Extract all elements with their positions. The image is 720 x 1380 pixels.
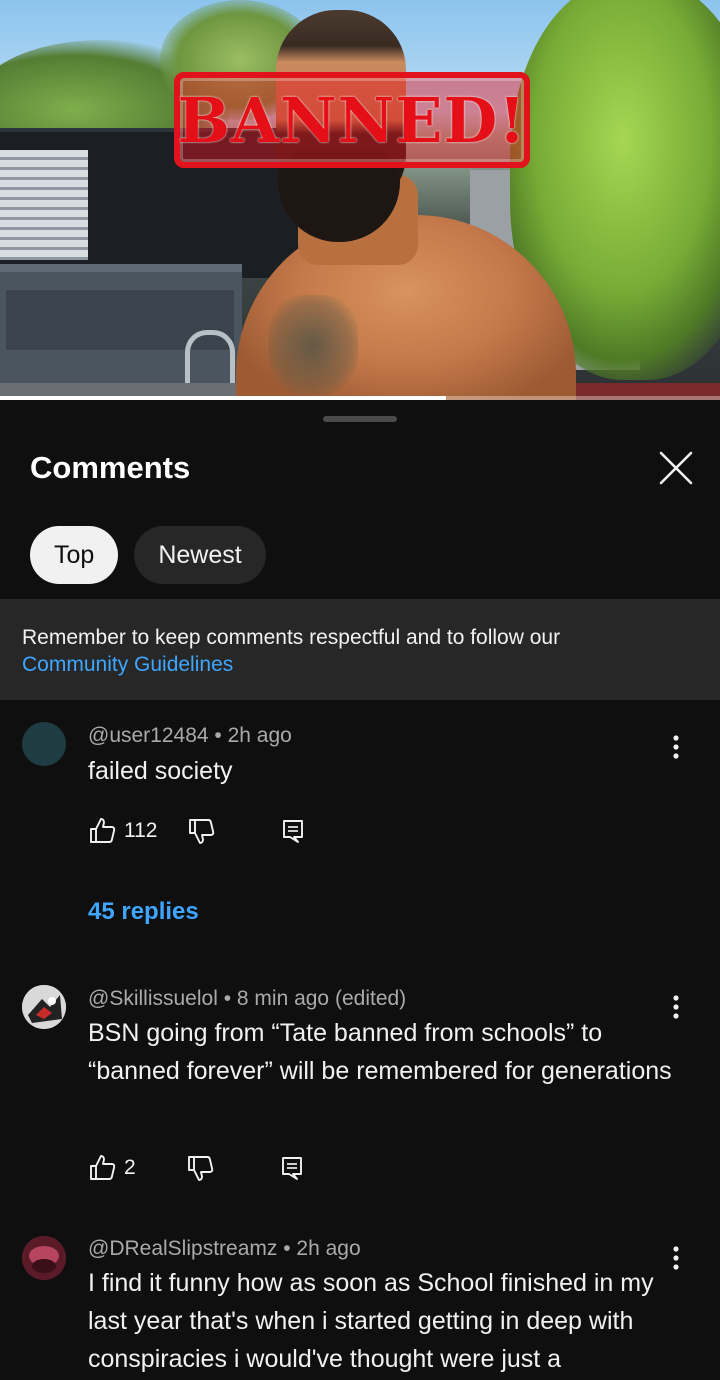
dislike-button[interactable] bbox=[187, 816, 217, 846]
thumbs-up-icon bbox=[90, 818, 116, 843]
close-icon bbox=[659, 451, 693, 485]
comment-time: 8 min ago bbox=[236, 987, 330, 1010]
tattoo bbox=[268, 295, 358, 395]
comment-author[interactable]: @DRealSlipstreamz bbox=[88, 1237, 277, 1260]
comment-actions: 2 bbox=[88, 1152, 304, 1184]
comment-meta: @DRealSlipstreamz • 2h ago bbox=[88, 1237, 361, 1261]
comment-meta: @user12484 • 2h ago bbox=[88, 724, 292, 748]
reply-button[interactable] bbox=[280, 1155, 304, 1181]
meta-separator: • bbox=[283, 1237, 297, 1260]
banned-stamp-text: BANNED! bbox=[177, 83, 527, 157]
notice-text: Remember to keep comments respectful and… bbox=[22, 626, 561, 649]
more-vert-icon bbox=[673, 995, 679, 1019]
like-button[interactable]: 2 bbox=[88, 1153, 136, 1183]
view-replies-link[interactable]: 45 replies bbox=[88, 898, 199, 926]
meta-separator: • bbox=[214, 724, 228, 747]
avatar[interactable] bbox=[22, 1236, 66, 1280]
like-button[interactable]: 112 bbox=[88, 816, 157, 846]
more-options-button[interactable] bbox=[664, 1243, 688, 1273]
comment-text: BSN going from “Tate banned from schools… bbox=[88, 1019, 672, 1085]
more-vert-icon bbox=[673, 1246, 679, 1270]
more-vert-icon bbox=[673, 735, 679, 759]
comments-sheet: Comments Top Newest Remember to keep com… bbox=[0, 400, 720, 1380]
community-guidelines-link[interactable]: Community Guidelines bbox=[22, 651, 698, 678]
avatar[interactable] bbox=[22, 985, 66, 1029]
chip-newest[interactable]: Newest bbox=[134, 526, 266, 584]
reply-icon bbox=[283, 820, 304, 843]
comment-text: failed society bbox=[88, 757, 233, 785]
comment-time: 2h ago bbox=[296, 1237, 361, 1260]
sort-chips: Top Newest bbox=[30, 526, 266, 584]
more-options-button[interactable] bbox=[664, 732, 688, 762]
banned-stamp: BANNED! bbox=[174, 72, 530, 168]
comment-meta: @Skillissuelol • 8 min ago (edited) bbox=[88, 987, 406, 1011]
avatar[interactable] bbox=[22, 722, 66, 766]
community-notice: Remember to keep comments respectful and… bbox=[0, 599, 720, 700]
comment-actions: 112 bbox=[88, 815, 305, 847]
like-count: 112 bbox=[124, 819, 158, 842]
comment-author[interactable]: @user12484 bbox=[88, 724, 209, 747]
thumbs-up-icon bbox=[90, 1155, 116, 1180]
comment-text: I find it funny how as soon as School fi… bbox=[88, 1269, 654, 1373]
avatar-art-icon bbox=[22, 1236, 66, 1280]
video-player[interactable]: BANNED! bbox=[0, 0, 720, 400]
thumbs-down-icon bbox=[187, 1156, 213, 1181]
chip-top[interactable]: Top bbox=[30, 526, 119, 584]
drag-handle[interactable] bbox=[323, 416, 397, 422]
comment-time: 2h ago bbox=[227, 724, 292, 747]
meta-separator: • bbox=[223, 987, 237, 1010]
like-count: 2 bbox=[124, 1156, 136, 1179]
close-button[interactable] bbox=[654, 446, 698, 490]
edited-label: (edited) bbox=[334, 987, 407, 1010]
reply-icon bbox=[281, 1157, 302, 1180]
dislike-button[interactable] bbox=[186, 1153, 216, 1183]
thumbs-down-icon bbox=[189, 819, 215, 844]
sheet-title: Comments bbox=[30, 450, 191, 485]
more-options-button[interactable] bbox=[664, 992, 688, 1022]
avatar-art-icon bbox=[22, 985, 66, 1029]
window-shutter bbox=[0, 150, 88, 260]
comment-author[interactable]: @Skillissuelol bbox=[88, 987, 218, 1010]
reply-button[interactable] bbox=[281, 818, 305, 844]
